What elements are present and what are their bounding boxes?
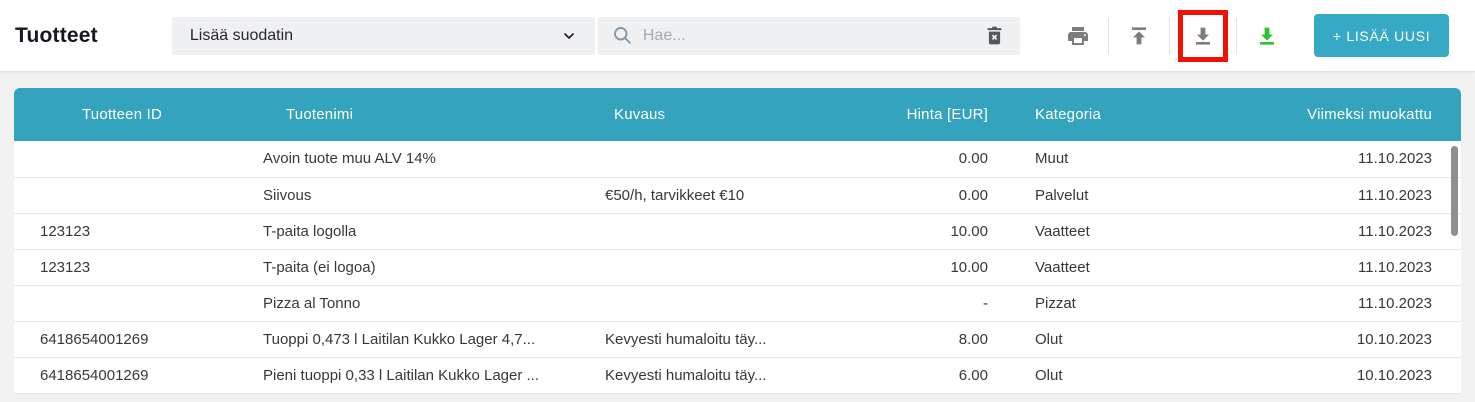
page-title: Tuotteet — [15, 24, 98, 48]
cell-price: 0.00 — [890, 177, 1002, 213]
products-table: Tuotteen ID Tuotenimi Kuvaus Hinta [EUR]… — [14, 88, 1461, 394]
search-icon — [612, 25, 633, 46]
cell-product-id — [14, 285, 230, 321]
cell-product-id — [14, 177, 230, 213]
cell-modified: 11.10.2023 — [1160, 249, 1461, 285]
toolbar-actions: + LISÄÄ UUSI — [1056, 10, 1450, 62]
cell-category: Vaatteet — [1002, 213, 1160, 249]
cell-category: Vaatteet — [1002, 249, 1160, 285]
chevron-down-icon — [561, 28, 577, 44]
cell-price: 6.00 — [890, 357, 1002, 393]
table-row[interactable]: Avoin tuote muu ALV 14% 0.00 Muut 11.10.… — [14, 141, 1461, 177]
cell-product-name: Tuoppi 0,473 l Laitilan Kukko Lager 4,7.… — [230, 321, 580, 357]
cell-modified: 11.10.2023 — [1160, 285, 1461, 321]
download-icon-green — [1255, 24, 1279, 48]
upload-button[interactable] — [1117, 14, 1161, 58]
cell-price: 8.00 — [890, 321, 1002, 357]
cell-modified: 11.10.2023 — [1160, 177, 1461, 213]
clear-search-button[interactable] — [980, 21, 1010, 51]
cell-description — [580, 249, 890, 285]
cell-product-name: T-paita (ei logoa) — [230, 249, 580, 285]
cell-price: 10.00 — [890, 213, 1002, 249]
cell-product-name: Pieni tuoppi 0,33 l Laitilan Kukko Lager… — [230, 357, 580, 393]
col-header-product-name[interactable]: Tuotenimi — [230, 88, 580, 141]
printer-icon — [1066, 24, 1090, 48]
cell-price: - — [890, 285, 1002, 321]
cell-category: Pizzat — [1002, 285, 1160, 321]
cell-modified: 11.10.2023 — [1160, 213, 1461, 249]
table-header: Tuotteen ID Tuotenimi Kuvaus Hinta [EUR]… — [14, 88, 1461, 141]
export-download-button[interactable] — [1245, 14, 1289, 58]
cell-description: Kevyesti humaloitu täy... — [580, 321, 890, 357]
cell-description: Kevyesti humaloitu täy... — [580, 357, 890, 393]
cell-product-name: Siivous — [230, 177, 580, 213]
annotation-highlight-box — [1178, 10, 1228, 62]
search-box[interactable] — [598, 17, 1020, 55]
cell-modified: 10.10.2023 — [1160, 321, 1461, 357]
cell-description — [580, 141, 890, 177]
cell-description — [580, 285, 890, 321]
cell-product-name: Avoin tuote muu ALV 14% — [230, 141, 580, 177]
cell-category: Palvelut — [1002, 177, 1160, 213]
cell-category: Muut — [1002, 141, 1160, 177]
table-row[interactable]: Pizza al Tonno - Pizzat 11.10.2023 — [14, 285, 1461, 321]
print-button[interactable] — [1056, 14, 1100, 58]
table-row[interactable]: 123123 T-paita (ei logoa) 10.00 Vaatteet… — [14, 249, 1461, 285]
cell-description: €50/h, tarvikkeet €10 — [580, 177, 890, 213]
cell-product-id — [14, 141, 230, 177]
upload-icon — [1127, 24, 1151, 48]
cell-price: 10.00 — [890, 249, 1002, 285]
scrollbar-thumb[interactable] — [1451, 146, 1458, 236]
col-header-modified[interactable]: Viimeksi muokattu — [1160, 88, 1461, 141]
trash-x-icon — [984, 25, 1005, 46]
cell-modified: 10.10.2023 — [1160, 357, 1461, 393]
cell-product-id: 123123 — [14, 213, 230, 249]
cell-category: Olut — [1002, 321, 1160, 357]
cell-price: 0.00 — [890, 141, 1002, 177]
toolbar: Tuotteet Lisää suodatin — [0, 0, 1475, 72]
divider — [1169, 18, 1170, 54]
cell-description — [580, 213, 890, 249]
divider — [1108, 18, 1109, 54]
cell-modified: 11.10.2023 — [1160, 141, 1461, 177]
add-new-button[interactable]: + LISÄÄ UUSI — [1314, 14, 1450, 57]
table-row[interactable]: 6418654001269 Tuoppi 0,473 l Laitilan Ku… — [14, 321, 1461, 357]
table-row[interactable]: 6418654001269 Pieni tuoppi 0,33 l Laitil… — [14, 357, 1461, 393]
filter-dropdown-value: Lisää suodatin — [190, 27, 293, 45]
cell-product-id: 6418654001269 — [14, 357, 230, 393]
cell-product-name: Pizza al Tonno — [230, 285, 580, 321]
page-area: Tuotteen ID Tuotenimi Kuvaus Hinta [EUR]… — [0, 72, 1475, 394]
cell-product-id: 6418654001269 — [14, 321, 230, 357]
col-header-description[interactable]: Kuvaus — [580, 88, 890, 141]
table-row[interactable]: 123123 T-paita logolla 10.00 Vaatteet 11… — [14, 213, 1461, 249]
col-header-category[interactable]: Kategoria — [1002, 88, 1160, 141]
cell-product-name: T-paita logolla — [230, 213, 580, 249]
cell-product-id: 123123 — [14, 249, 230, 285]
filter-dropdown[interactable]: Lisää suodatin — [172, 17, 595, 55]
col-header-price[interactable]: Hinta [EUR] — [890, 88, 1002, 141]
download-button[interactable] — [1183, 16, 1223, 56]
search-input[interactable] — [643, 27, 980, 45]
download-icon — [1191, 24, 1215, 48]
col-header-product-id[interactable]: Tuotteen ID — [14, 88, 230, 141]
table-row[interactable]: Siivous €50/h, tarvikkeet €10 0.00 Palve… — [14, 177, 1461, 213]
divider — [1236, 18, 1237, 54]
cell-category: Olut — [1002, 357, 1160, 393]
